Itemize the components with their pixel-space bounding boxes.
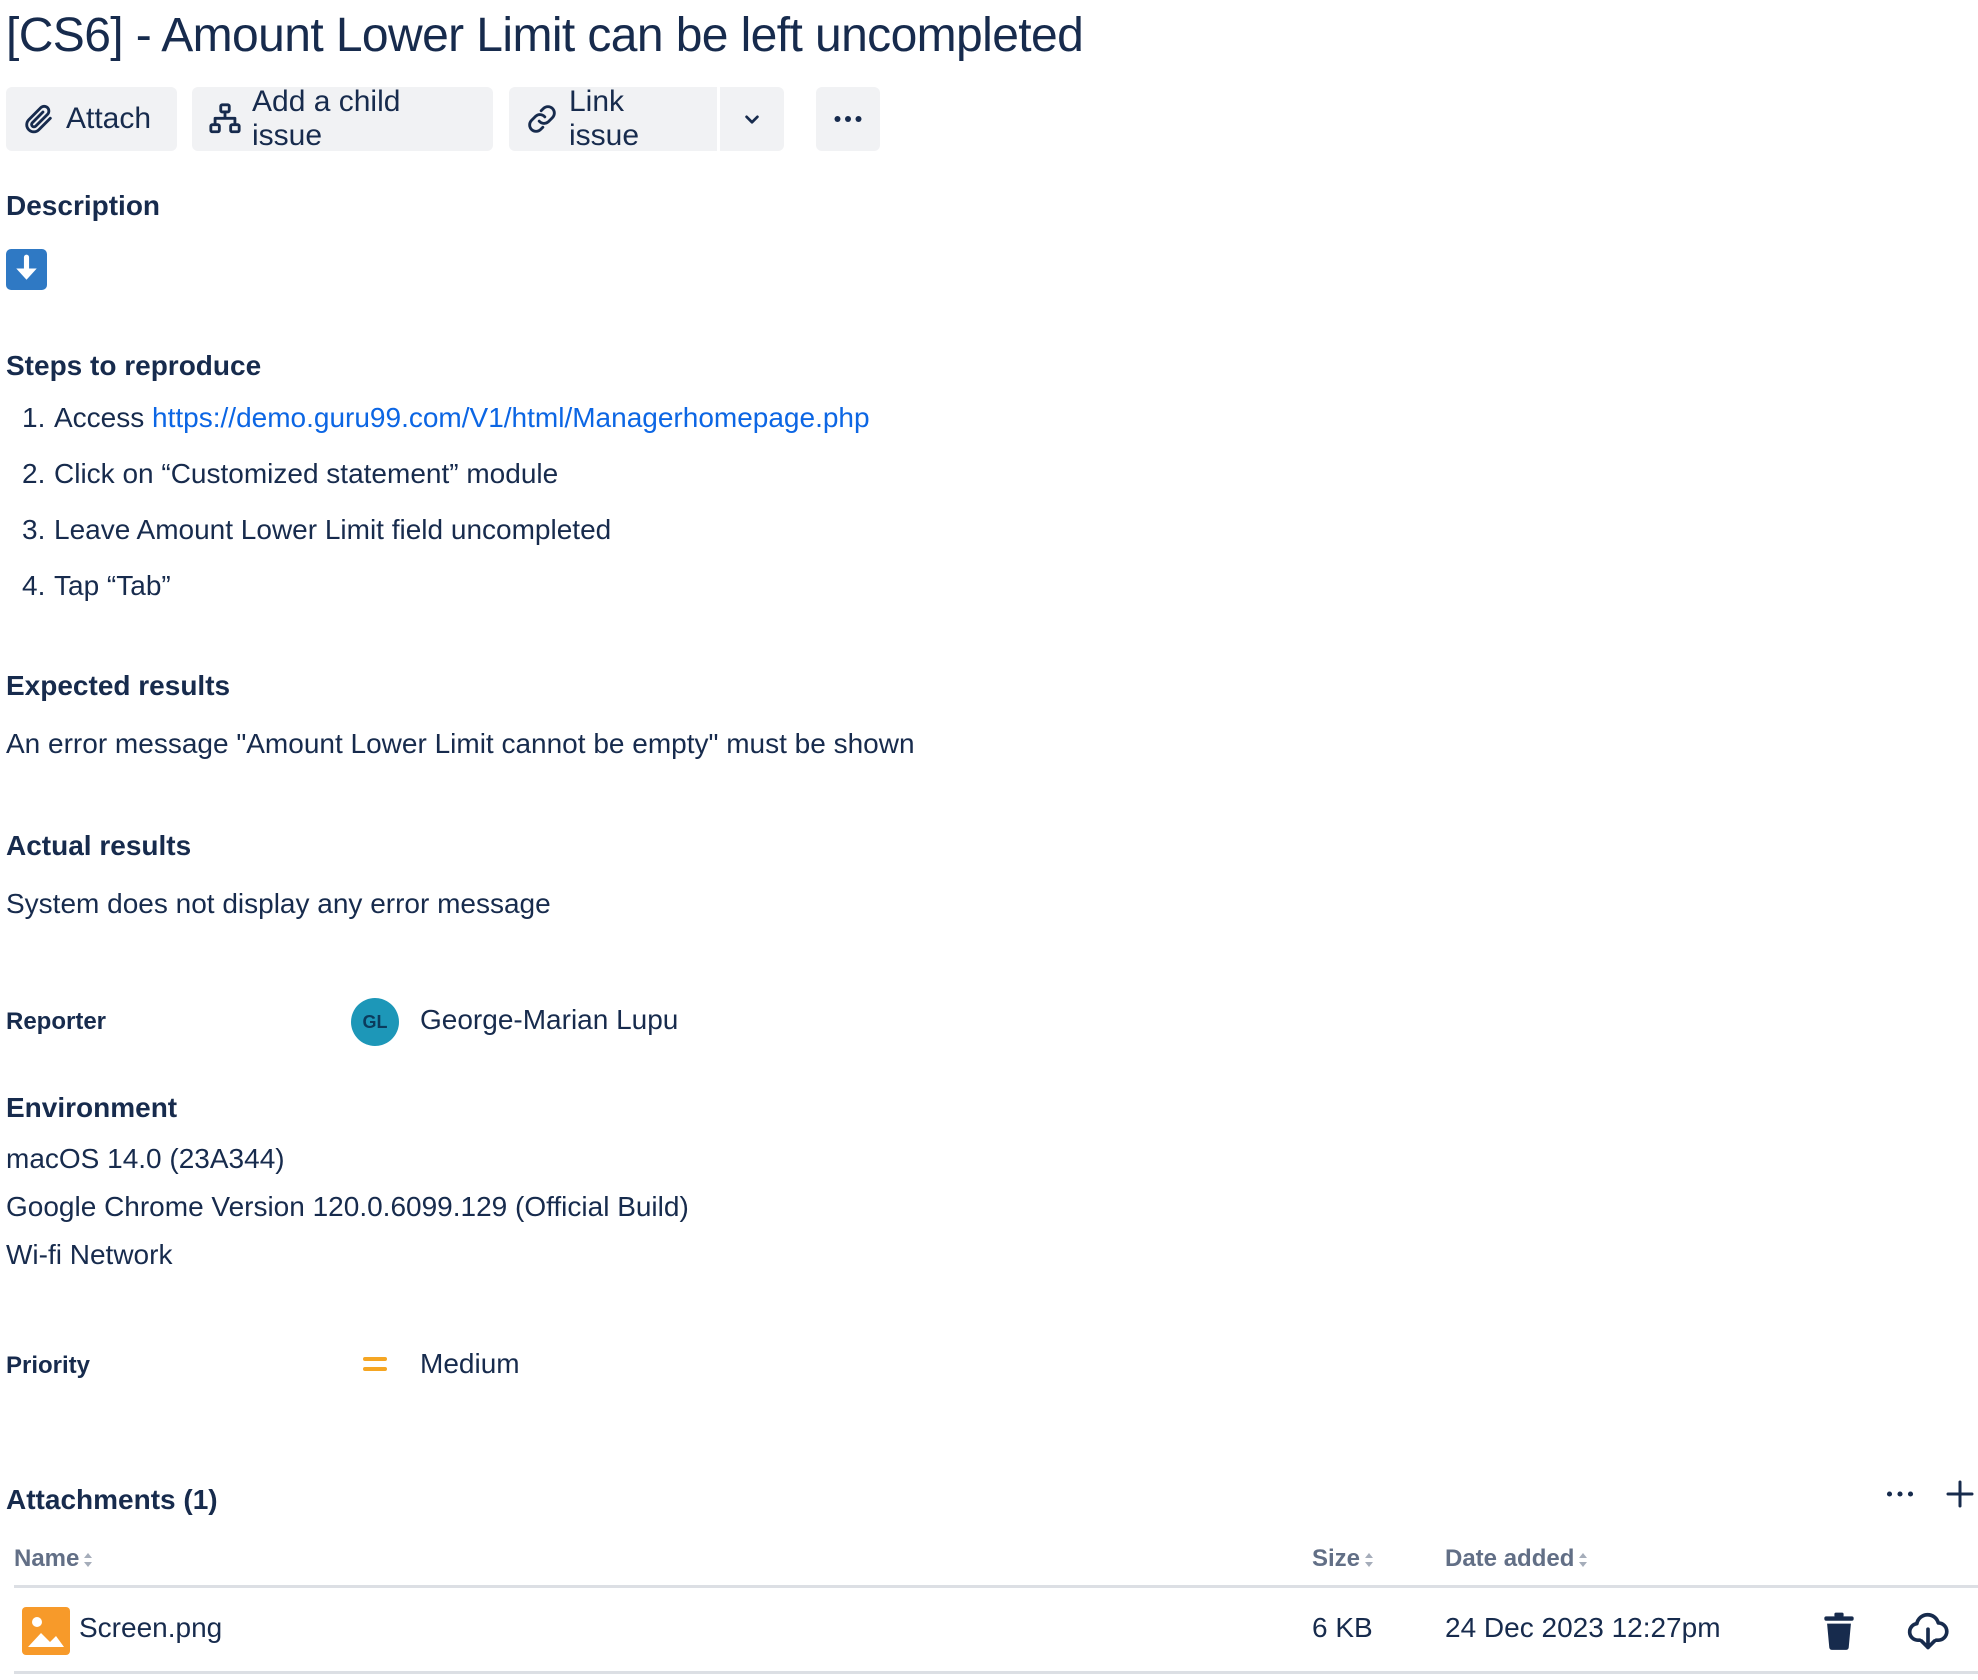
priority-medium-icon [363,1355,387,1373]
step-item: 4. Tap “Tab” [22,570,171,602]
more-horizontal-icon [1886,1491,1914,1497]
attach-button-label: Attach [66,102,152,135]
trash-icon [1824,1612,1854,1650]
guru99-manager-link[interactable]: https://demo.guru99.com/V1/html/Managerh… [152,402,870,433]
sort-icon [1365,1552,1374,1567]
step-number: 3. [22,514,46,545]
download-attachment-button[interactable] [1906,1609,1950,1653]
expected-results-heading: Expected results [6,670,231,701]
sort-icon [1579,1552,1588,1567]
sort-icon [84,1552,93,1567]
add-attachment-button[interactable] [1942,1476,1978,1520]
step-text: Access [54,402,153,433]
column-header-name-label: Name [14,1545,80,1572]
plus-icon [1946,1480,1974,1508]
step-text: Leave Amount Lower Limit field uncomplet… [54,514,612,545]
add-child-issue-button[interactable]: Add a child issue [192,85,493,152]
table-row-divider [14,1671,1978,1674]
add-child-issue-label: Add a child issue [252,85,401,152]
column-header-date-added[interactable]: Date added [1445,1545,1588,1573]
attachments-more-button[interactable] [1882,1476,1918,1520]
link-icon [528,105,556,133]
environment-line: Google Chrome Version 120.0.6099.129 (Of… [6,1191,689,1222]
actual-results-text: System does not display any error messag… [6,888,551,919]
expected-results-text: An error message "Amount Lower Limit can… [6,728,915,759]
column-header-date-label: Date added [1445,1545,1575,1572]
cloud-download-icon [1907,1612,1949,1650]
table-header-divider [14,1585,1978,1588]
delete-attachment-button[interactable] [1817,1609,1861,1653]
attach-button[interactable]: Attach [6,87,177,151]
issue-title: [CS6] - Amount Lower Limit can be left u… [6,9,1084,62]
column-header-size[interactable]: Size [1312,1545,1374,1573]
steps-heading: Steps to reproduce [6,350,262,381]
column-header-name[interactable]: Name [14,1545,93,1573]
avatar[interactable]: GL [351,998,399,1046]
image-file-icon [22,1607,70,1655]
attachment-date: 24 Dec 2023 12:27pm [1445,1612,1721,1643]
chevron-down-icon [745,115,759,124]
step-item: 3. Leave Amount Lower Limit field uncompl… [22,514,611,546]
priority-label: Priority [6,1352,91,1379]
step-text: Tap “Tab” [54,570,171,601]
step-number: 1. [22,402,46,433]
attachment-size: 6 KB [1312,1612,1373,1643]
attachment-file-name[interactable]: Screen.png [79,1612,222,1644]
step-text: Click on “Customized statement” module [54,458,559,489]
step-number: 4. [22,570,46,601]
link-issue-dropdown-button[interactable] [717,87,784,151]
reporter-label: Reporter [6,1008,107,1035]
more-horizontal-icon [834,116,862,122]
step-item: 2. Click on “Customized statement” module [22,458,558,490]
hierarchy-icon [209,103,241,134]
more-actions-button[interactable] [816,87,880,151]
priority-value[interactable]: Medium [420,1348,520,1380]
link-issue-button[interactable]: Link issue [509,85,717,152]
actual-results-heading: Actual results [6,830,192,861]
step-number: 2. [22,458,46,489]
column-header-size-label: Size [1312,1545,1361,1572]
environment-heading: Environment [6,1092,178,1123]
step-item: 1. Access https://demo.guru99.com/V1/html… [22,402,870,434]
reporter-name[interactable]: George-Marian Lupu [420,1004,678,1036]
paperclip-icon [25,104,52,134]
description-heading: Description [6,190,161,221]
arrow-down-icon [6,249,47,290]
link-issue-label: Link issue [569,85,640,152]
environment-line: macOS 14.0 (23A344) [6,1143,285,1174]
attachments-heading: Attachments (1) [6,1484,218,1515]
environment-line: Wi-fi Network [6,1239,173,1270]
